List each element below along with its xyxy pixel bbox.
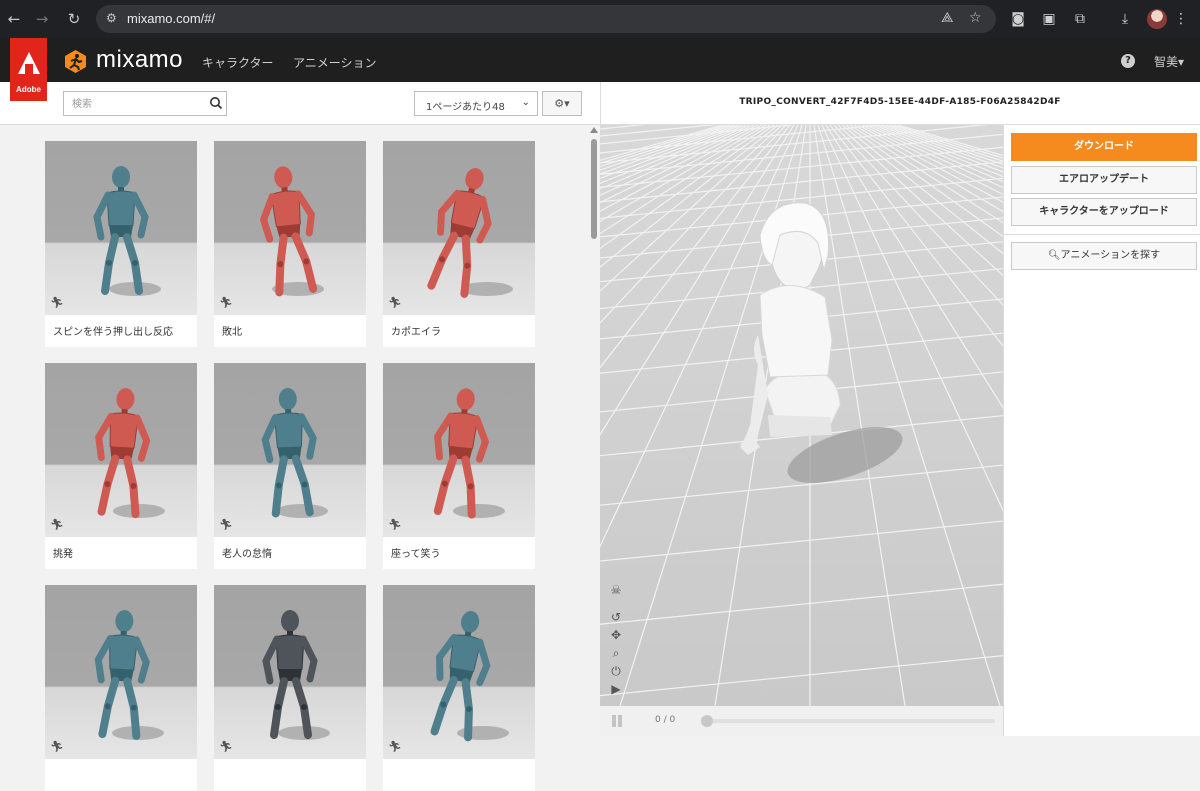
settings-gear-button[interactable]: ⚙▾ (542, 91, 582, 116)
mannequin-figure (430, 611, 509, 742)
download-button[interactable]: ダウンロード (1011, 133, 1197, 161)
search-field[interactable] (63, 91, 227, 116)
user-menu[interactable]: 智美▾ (1154, 53, 1184, 70)
running-figure-icon: 🏃︎ (388, 296, 402, 309)
find-animations-label: アニメーションを探す (1060, 250, 1161, 261)
animation-thumbnail[interactable]: 🏃︎ (383, 141, 535, 315)
mannequin-figure (259, 166, 324, 297)
search-icon[interactable] (209, 96, 223, 110)
help-icon[interactable]: ? (1121, 54, 1135, 68)
playback-bar: 0 / 0 (600, 706, 1003, 736)
animation-card[interactable]: 🏃︎ 挑発 (45, 363, 197, 569)
pause-icon[interactable] (612, 715, 623, 727)
animation-thumbnail[interactable]: 🏃︎ (45, 141, 197, 315)
running-figure-icon: 🏃︎ (219, 518, 233, 531)
per-page-select[interactable]: 1ページあたり48 ⌄ (414, 91, 538, 116)
mannequin-figure (262, 610, 330, 740)
animation-thumbnail[interactable]: 🏃︎ (45, 585, 197, 759)
running-figure-icon: 🏃︎ (50, 518, 64, 531)
adobe-logo[interactable]: Adobe (10, 38, 47, 101)
running-figure-icon: 🏃︎ (50, 740, 64, 753)
character-name: TRIPO_CONVERT_42F7F4D5-15EE-44DF-A185-F0… (739, 97, 1061, 107)
reset-view-icon[interactable]: ↺ (608, 609, 624, 625)
mannequin-figure (433, 388, 505, 519)
animation-thumbnail[interactable]: 🏃︎ (45, 363, 197, 537)
zoom-icon[interactable]: ⌕ (608, 645, 624, 661)
search-input[interactable] (72, 96, 202, 112)
animation-name: カポエイラ (391, 327, 441, 338)
mannequin-figure (93, 166, 161, 296)
animation-card[interactable]: 🏃︎ (383, 585, 535, 791)
pan-icon[interactable]: ✥ (608, 627, 624, 643)
timeline-track[interactable] (705, 719, 995, 723)
animation-thumbnail[interactable]: 🏃︎ (214, 585, 366, 759)
camera-icon[interactable]: ◙ (1009, 10, 1027, 28)
adobe-label: Adobe (16, 85, 41, 94)
divider (1004, 234, 1200, 235)
site-info-icon[interactable]: ⚙ (106, 11, 117, 25)
chevron-down-icon: ⌄ (521, 97, 530, 108)
animation-name: 座って笑う (391, 549, 441, 560)
timeline-handle[interactable] (701, 715, 713, 727)
animation-thumbnail[interactable]: 🏃︎ (383, 585, 535, 759)
download-icon[interactable]: ⤓ (1116, 10, 1134, 28)
translate-icon[interactable]: ⟁ (941, 10, 954, 26)
camera-record-icon[interactable]: ▶ (608, 681, 624, 697)
animation-card[interactable]: 🏃︎ (214, 585, 366, 791)
floor-grid (600, 125, 1003, 706)
mixamo-logo-icon (65, 50, 86, 73)
extensions-puzzle-icon[interactable]: ⧉ (1071, 10, 1089, 28)
menu-dots-icon[interactable]: ⋮ (1172, 10, 1190, 28)
3d-viewport[interactable]: ☠ ↺ ✥ ⌕ ⏻ ▶ (600, 125, 1003, 706)
mannequin-figure (95, 388, 165, 519)
running-figure-icon: 🏃︎ (50, 296, 64, 309)
frame-counter: 0 / 0 (655, 715, 676, 725)
mixamo-brand[interactable]: mixamo (96, 46, 183, 74)
back-icon[interactable]: ← (4, 9, 24, 29)
nav-characters[interactable]: キャラクター (202, 54, 274, 71)
url-text: mixamo.com/#/ (127, 11, 216, 26)
reload-icon[interactable]: ↻ (64, 9, 84, 29)
per-page-value: 1ページあたり48 (426, 102, 505, 113)
animation-card[interactable]: 🏃︎ 老人の怠惰 (214, 363, 366, 569)
animation-card[interactable]: 🏃︎ (45, 585, 197, 791)
running-figure-icon: 🏃︎ (219, 296, 233, 309)
upload-character-button[interactable]: キャラクターをアップロード (1011, 198, 1197, 226)
skeleton-icon[interactable]: ☠ (608, 582, 624, 598)
forward-icon[interactable]: → (32, 9, 52, 29)
animation-thumbnail[interactable]: 🏃︎ (214, 141, 366, 315)
running-figure-icon: 🏃︎ (219, 740, 233, 753)
aero-update-button[interactable]: エアロアップデート (1011, 166, 1197, 194)
profile-avatar[interactable] (1147, 9, 1167, 29)
animation-name: 老人の怠惰 (222, 549, 272, 560)
animation-card[interactable]: 🏃︎ 敗北 (214, 141, 366, 347)
animation-name: 敗北 (222, 327, 242, 338)
extension-m-icon[interactable]: ▣ (1040, 10, 1058, 28)
animation-thumbnail[interactable]: 🏃︎ (214, 363, 366, 537)
bookmark-star-icon[interactable]: ☆ (969, 10, 982, 26)
mannequin-figure (427, 168, 513, 298)
mannequin-figure (94, 610, 164, 740)
animation-name: スピンを伴う押し出し反応 (53, 327, 173, 338)
scroll-up-icon[interactable] (590, 127, 598, 133)
running-figure-icon: 🏃︎ (388, 518, 402, 531)
search-icon: 🔍︎ (1047, 250, 1061, 261)
mannequin-figure (261, 388, 328, 518)
find-animations-button[interactable]: 🔍︎アニメーションを探す (1011, 242, 1197, 270)
animation-thumbnail[interactable]: 🏃︎ (383, 363, 535, 537)
animation-card[interactable]: 🏃︎ カポエイラ (383, 141, 535, 347)
nav-animations[interactable]: アニメーション (293, 54, 377, 71)
animation-card[interactable]: 🏃︎ スピンを伴う押し出し反応 (45, 141, 197, 347)
address-bar[interactable]: ⚙ mixamo.com/#/ ⟁ ☆ (96, 5, 996, 33)
running-figure-icon: 🏃︎ (388, 740, 402, 753)
animation-name: 挑発 (53, 549, 73, 560)
scrollbar-thumb[interactable] (591, 139, 597, 239)
power-icon[interactable]: ⏻ (608, 663, 624, 679)
gear-icon: ⚙▾ (554, 97, 570, 110)
animation-card[interactable]: 🏃︎ 座って笑う (383, 363, 535, 569)
